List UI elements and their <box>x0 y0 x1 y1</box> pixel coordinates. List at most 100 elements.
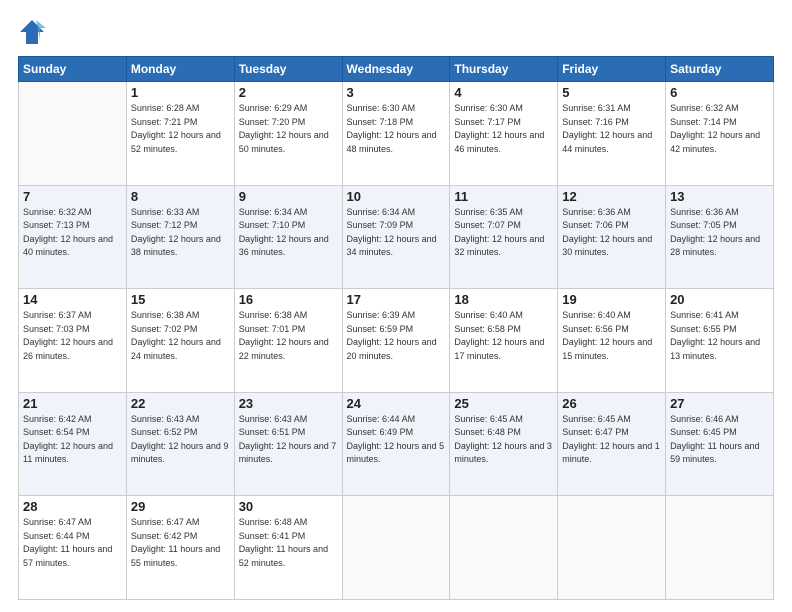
week-row-4: 21 Sunrise: 6:42 AMSunset: 6:54 PMDayligh… <box>19 392 774 496</box>
day-cell: 15 Sunrise: 6:38 AMSunset: 7:02 PMDayligh… <box>126 289 234 393</box>
day-number: 5 <box>562 85 661 100</box>
day-cell: 25 Sunrise: 6:45 AMSunset: 6:48 PMDayligh… <box>450 392 558 496</box>
day-info: Sunrise: 6:44 AMSunset: 6:49 PMDaylight:… <box>347 413 446 467</box>
day-cell <box>342 496 450 600</box>
day-number: 15 <box>131 292 230 307</box>
day-number: 2 <box>239 85 338 100</box>
day-number: 25 <box>454 396 553 411</box>
day-cell: 24 Sunrise: 6:44 AMSunset: 6:49 PMDayligh… <box>342 392 450 496</box>
day-info: Sunrise: 6:38 AMSunset: 7:01 PMDaylight:… <box>239 309 338 363</box>
day-number: 30 <box>239 499 338 514</box>
day-info: Sunrise: 6:45 AMSunset: 6:47 PMDaylight:… <box>562 413 661 467</box>
page: SundayMondayTuesdayWednesdayThursdayFrid… <box>0 0 792 612</box>
day-info: Sunrise: 6:30 AMSunset: 7:17 PMDaylight:… <box>454 102 553 156</box>
day-number: 26 <box>562 396 661 411</box>
logo-icon <box>18 18 46 46</box>
day-info: Sunrise: 6:28 AMSunset: 7:21 PMDaylight:… <box>131 102 230 156</box>
day-number: 10 <box>347 189 446 204</box>
day-info: Sunrise: 6:36 AMSunset: 7:05 PMDaylight:… <box>670 206 769 260</box>
day-info: Sunrise: 6:47 AMSunset: 6:42 PMDaylight:… <box>131 516 230 570</box>
day-cell: 10Sunrise: 6:34 AMSunset: 7:09 PMDayligh… <box>342 185 450 289</box>
weekday-header-saturday: Saturday <box>666 57 774 82</box>
header <box>18 18 774 46</box>
weekday-header-wednesday: Wednesday <box>342 57 450 82</box>
day-info: Sunrise: 6:46 AMSunset: 6:45 PMDaylight:… <box>670 413 769 467</box>
day-cell: 30 Sunrise: 6:48 AMSunset: 6:41 PMDayligh… <box>234 496 342 600</box>
day-cell: 26 Sunrise: 6:45 AMSunset: 6:47 PMDayligh… <box>558 392 666 496</box>
day-cell: 4 Sunrise: 6:30 AMSunset: 7:17 PMDaylight… <box>450 82 558 186</box>
day-info: Sunrise: 6:35 AMSunset: 7:07 PMDaylight:… <box>454 206 553 260</box>
day-info: Sunrise: 6:38 AMSunset: 7:02 PMDaylight:… <box>131 309 230 363</box>
day-info: Sunrise: 6:37 AMSunset: 7:03 PMDaylight:… <box>23 309 122 363</box>
day-cell: 3 Sunrise: 6:30 AMSunset: 7:18 PMDaylight… <box>342 82 450 186</box>
day-cell: 13 Sunrise: 6:36 AMSunset: 7:05 PMDayligh… <box>666 185 774 289</box>
day-cell: 23 Sunrise: 6:43 AMSunset: 6:51 PMDayligh… <box>234 392 342 496</box>
day-info: Sunrise: 6:34 AMSunset: 7:10 PMDaylight:… <box>239 206 338 260</box>
day-number: 1 <box>131 85 230 100</box>
logo <box>18 18 50 46</box>
day-info: Sunrise: 6:43 AMSunset: 6:52 PMDaylight:… <box>131 413 230 467</box>
day-cell: 7 Sunrise: 6:32 AMSunset: 7:13 PMDaylight… <box>19 185 127 289</box>
day-number: 18 <box>454 292 553 307</box>
day-number: 16 <box>239 292 338 307</box>
day-info: Sunrise: 6:48 AMSunset: 6:41 PMDaylight:… <box>239 516 338 570</box>
day-info: Sunrise: 6:40 AMSunset: 6:58 PMDaylight:… <box>454 309 553 363</box>
day-cell: 9 Sunrise: 6:34 AMSunset: 7:10 PMDaylight… <box>234 185 342 289</box>
day-number: 27 <box>670 396 769 411</box>
day-number: 24 <box>347 396 446 411</box>
day-number: 19 <box>562 292 661 307</box>
weekday-header-monday: Monday <box>126 57 234 82</box>
weekday-header-friday: Friday <box>558 57 666 82</box>
day-info: Sunrise: 6:31 AMSunset: 7:16 PMDaylight:… <box>562 102 661 156</box>
day-cell: 14 Sunrise: 6:37 AMSunset: 7:03 PMDayligh… <box>19 289 127 393</box>
day-number: 7 <box>23 189 122 204</box>
day-number: 14 <box>23 292 122 307</box>
weekday-header-row: SundayMondayTuesdayWednesdayThursdayFrid… <box>19 57 774 82</box>
week-row-1: 1 Sunrise: 6:28 AMSunset: 7:21 PMDaylight… <box>19 82 774 186</box>
day-cell: 8Sunrise: 6:33 AMSunset: 7:12 PMDaylight… <box>126 185 234 289</box>
day-number: 13 <box>670 189 769 204</box>
day-cell: 22 Sunrise: 6:43 AMSunset: 6:52 PMDayligh… <box>126 392 234 496</box>
week-row-5: 28 Sunrise: 6:47 AMSunset: 6:44 PMDayligh… <box>19 496 774 600</box>
calendar: SundayMondayTuesdayWednesdayThursdayFrid… <box>18 56 774 600</box>
day-cell: 20 Sunrise: 6:41 AMSunset: 6:55 PMDayligh… <box>666 289 774 393</box>
day-cell: 2 Sunrise: 6:29 AMSunset: 7:20 PMDaylight… <box>234 82 342 186</box>
day-info: Sunrise: 6:42 AMSunset: 6:54 PMDaylight:… <box>23 413 122 467</box>
day-number: 9 <box>239 189 338 204</box>
day-number: 3 <box>347 85 446 100</box>
day-info: Sunrise: 6:45 AMSunset: 6:48 PMDaylight:… <box>454 413 553 467</box>
day-number: 23 <box>239 396 338 411</box>
day-number: 4 <box>454 85 553 100</box>
weekday-header-thursday: Thursday <box>450 57 558 82</box>
day-cell: 17Sunrise: 6:39 AMSunset: 6:59 PMDayligh… <box>342 289 450 393</box>
day-cell: 5 Sunrise: 6:31 AMSunset: 7:16 PMDaylight… <box>558 82 666 186</box>
day-number: 21 <box>23 396 122 411</box>
day-info: Sunrise: 6:29 AMSunset: 7:20 PMDaylight:… <box>239 102 338 156</box>
day-cell <box>558 496 666 600</box>
day-cell: 21 Sunrise: 6:42 AMSunset: 6:54 PMDayligh… <box>19 392 127 496</box>
day-info: Sunrise: 6:41 AMSunset: 6:55 PMDaylight:… <box>670 309 769 363</box>
weekday-header-sunday: Sunday <box>19 57 127 82</box>
day-info: Sunrise: 6:30 AMSunset: 7:18 PMDaylight:… <box>347 102 446 156</box>
day-cell: 28 Sunrise: 6:47 AMSunset: 6:44 PMDayligh… <box>19 496 127 600</box>
day-cell <box>666 496 774 600</box>
day-number: 12 <box>562 189 661 204</box>
day-info: Sunrise: 6:47 AMSunset: 6:44 PMDaylight:… <box>23 516 122 570</box>
day-number: 8 <box>131 189 230 204</box>
day-info: Sunrise: 6:32 AMSunset: 7:14 PMDaylight:… <box>670 102 769 156</box>
day-info: Sunrise: 6:32 AMSunset: 7:13 PMDaylight:… <box>23 206 122 260</box>
day-cell: 12 Sunrise: 6:36 AMSunset: 7:06 PMDayligh… <box>558 185 666 289</box>
day-cell: 1 Sunrise: 6:28 AMSunset: 7:21 PMDaylight… <box>126 82 234 186</box>
day-info: Sunrise: 6:39 AMSunset: 6:59 PMDaylight:… <box>347 309 446 363</box>
weekday-header-tuesday: Tuesday <box>234 57 342 82</box>
day-number: 29 <box>131 499 230 514</box>
day-cell: 18 Sunrise: 6:40 AMSunset: 6:58 PMDayligh… <box>450 289 558 393</box>
day-number: 20 <box>670 292 769 307</box>
day-cell: 29 Sunrise: 6:47 AMSunset: 6:42 PMDayligh… <box>126 496 234 600</box>
day-number: 22 <box>131 396 230 411</box>
day-info: Sunrise: 6:43 AMSunset: 6:51 PMDaylight:… <box>239 413 338 467</box>
day-cell: 11Sunrise: 6:35 AMSunset: 7:07 PMDayligh… <box>450 185 558 289</box>
day-info: Sunrise: 6:36 AMSunset: 7:06 PMDaylight:… <box>562 206 661 260</box>
day-cell: 16 Sunrise: 6:38 AMSunset: 7:01 PMDayligh… <box>234 289 342 393</box>
day-number: 28 <box>23 499 122 514</box>
